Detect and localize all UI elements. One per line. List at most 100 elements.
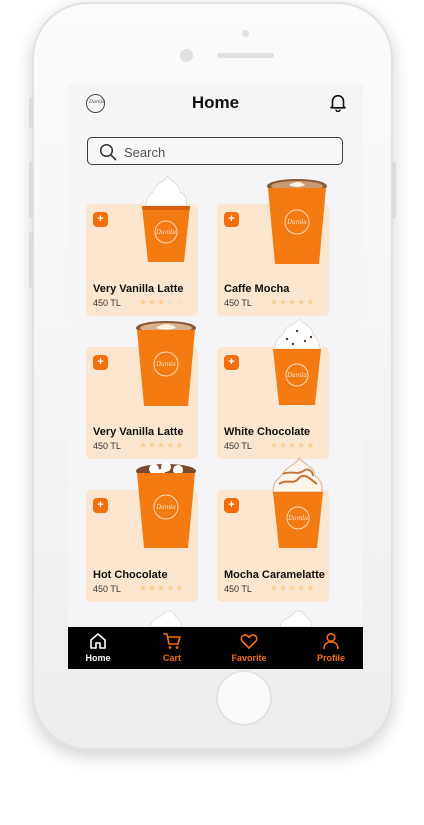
rating-stars: ★★★★★ (139, 297, 184, 308)
volume-up-button (29, 162, 33, 218)
rating-stars: ★★★★★ (270, 440, 315, 451)
earpiece-speaker (217, 53, 274, 58)
volume-down-button (29, 232, 33, 288)
product-name: Caffe Mocha (224, 283, 290, 295)
product-name: Mocha Caramelatte (224, 569, 325, 581)
star-icon: ★ (279, 440, 289, 450)
tab-profile[interactable]: Profile (294, 627, 363, 669)
star-icon: ★ (288, 583, 298, 593)
product-name: Very Vanilla Latte (93, 283, 184, 295)
svg-text:Damla: Damla (287, 515, 308, 522)
star-icon: ★ (288, 440, 298, 450)
product-price: 450 TL (93, 298, 121, 308)
product-name: Very Vanilla Latte (93, 426, 184, 438)
product-price: 450 TL (224, 441, 252, 451)
product-price: 450 TL (93, 441, 121, 451)
product-price: 450 TL (93, 584, 121, 594)
add-to-cart-button[interactable]: + (93, 355, 108, 370)
tab-cart[interactable]: Cart (135, 627, 209, 669)
star-icon: ★ (166, 583, 176, 593)
heart-icon (240, 634, 258, 649)
front-sensor (242, 30, 249, 37)
home-hardware-button[interactable] (216, 670, 272, 726)
rating-stars: ★★★★★ (270, 297, 315, 308)
star-icon: ★ (148, 440, 158, 450)
home-icon (90, 633, 106, 649)
star-icon: ★ (139, 297, 149, 307)
star-icon: ★ (175, 440, 185, 450)
tab-label: Profile (316, 653, 345, 663)
tab-label: Favorite (231, 653, 267, 663)
cart-icon (163, 633, 181, 649)
product-price: 450 TL (224, 584, 252, 594)
star-icon: ★ (175, 297, 185, 307)
tab-home[interactable]: Home (68, 627, 135, 669)
drink-image: Damla (136, 321, 196, 406)
drink-image: Damla (136, 462, 196, 548)
product-price: 450 TL (224, 298, 252, 308)
star-icon: ★ (270, 583, 280, 593)
add-to-cart-button[interactable]: + (93, 498, 108, 513)
rating-stars: ★★★★★ (139, 583, 184, 594)
star-icon: ★ (157, 440, 167, 450)
product-card[interactable]: + Damla Very Vanilla Latte 450 TL ★★★★★ (86, 176, 198, 316)
star-icon: ★ (157, 297, 167, 307)
product-card[interactable]: + Damla Caffe Mocha 450 TL ★★★★★ (217, 179, 329, 316)
product-name: Hot Chocolate (93, 569, 168, 581)
add-to-cart-button[interactable]: + (224, 355, 239, 370)
star-icon: ★ (148, 297, 158, 307)
svg-text:Damla: Damla (155, 361, 176, 368)
star-icon: ★ (306, 297, 316, 307)
drink-image: Damla (267, 179, 327, 264)
star-icon: ★ (166, 440, 176, 450)
star-icon: ★ (270, 297, 280, 307)
svg-text:Damla: Damla (155, 229, 176, 236)
star-icon: ★ (306, 583, 316, 593)
tab-label: Home (85, 653, 111, 663)
mute-switch (29, 98, 33, 128)
product-card[interactable]: + Damla Hot Chocolate 450 TL ★★★★★ (86, 462, 198, 602)
svg-text:Damla: Damla (286, 219, 307, 226)
drink-image-partial (279, 610, 313, 627)
add-to-cart-button[interactable]: + (224, 212, 239, 227)
front-camera (180, 49, 193, 62)
search-input[interactable] (122, 141, 326, 163)
star-icon: ★ (297, 297, 307, 307)
product-card[interactable]: + Damla Very Vanilla Latte 450 TL ★★★★★ (86, 321, 198, 459)
app-header: Damla Home (68, 85, 363, 125)
drink-image: Damla (273, 319, 321, 405)
search-icon (99, 143, 117, 161)
page-title: Home (191, 93, 240, 112)
star-icon: ★ (139, 583, 149, 593)
star-icon: ★ (157, 583, 167, 593)
star-icon: ★ (148, 583, 158, 593)
star-icon: ★ (139, 440, 149, 450)
bell-icon[interactable] (329, 93, 347, 112)
star-icon: ★ (279, 583, 289, 593)
star-icon: ★ (306, 440, 316, 450)
product-card[interactable]: + Damla White Chocolate 450 TL ★★★★★ (217, 319, 329, 459)
rating-stars: ★★★★★ (270, 583, 315, 594)
star-icon: ★ (166, 297, 176, 307)
tab-favorite[interactable]: Favorite (212, 627, 286, 669)
power-button (392, 162, 396, 218)
bottom-tab-bar: Home Cart Favorite Profile (68, 627, 363, 669)
star-icon: ★ (270, 440, 280, 450)
tab-label: Cart (162, 653, 181, 663)
profile-icon (323, 632, 339, 650)
rating-stars: ★★★★★ (139, 440, 184, 451)
add-to-cart-button[interactable]: + (224, 498, 239, 513)
star-icon: ★ (175, 583, 185, 593)
search-bar[interactable] (87, 137, 343, 165)
star-icon: ★ (279, 297, 289, 307)
product-card[interactable]: + Damla Mocha Caramelatte 450 TL ★★★★★ (217, 458, 329, 602)
add-to-cart-button[interactable]: + (93, 212, 108, 227)
drink-image-partial (149, 610, 183, 627)
app-screen: Damla Home + Damla Very Vanilla Latte 45… (68, 85, 363, 669)
product-name: White Chocolate (224, 426, 311, 438)
svg-text:Damla: Damla (155, 504, 176, 511)
star-icon: ★ (297, 440, 307, 450)
drink-image: Damla (272, 458, 323, 548)
svg-text:Damla: Damla (286, 372, 307, 379)
drink-image: Damla (142, 176, 190, 262)
